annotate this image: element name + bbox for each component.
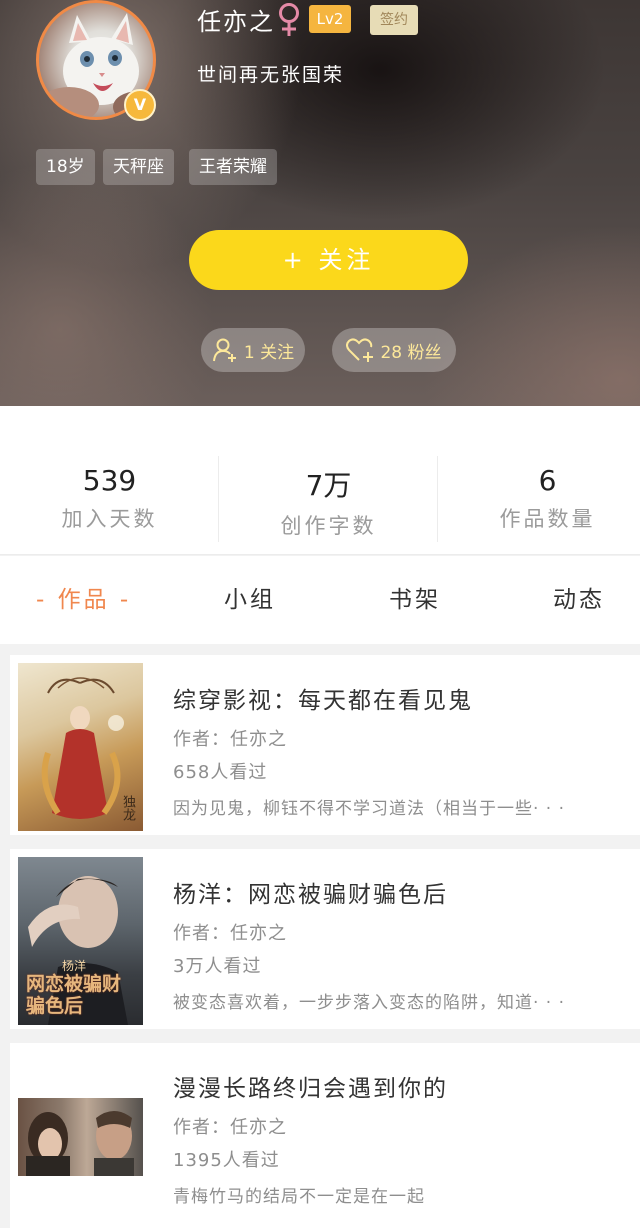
stat-label: 创作字数 (280, 514, 377, 538)
user-bio: 世间再无张国荣 (197, 64, 345, 86)
book-cover[interactable]: 独龙 (18, 663, 143, 831)
stat-join-days: 539 加入天数 (3, 464, 216, 533)
book-summary: 青梅竹马的结局不一定是在一起 (173, 1187, 425, 1207)
stat-label: 作品数量 (499, 507, 596, 531)
tab-bookshelf[interactable]: 书架 (389, 556, 441, 644)
book-author: 作者：任亦之 (173, 923, 287, 944)
book-card[interactable]: 杨洋 网恋被骗财骗色后 杨洋：网恋被骗财骗色后 作者：任亦之 3万人看过 被变态… (10, 849, 640, 1029)
tag-game: 王者荣耀 (189, 149, 277, 185)
stat-label: 加入天数 (61, 507, 158, 531)
book-card[interactable]: 独龙 综穿影视：每天都在看见鬼 作者：任亦之 658人看过 因为见鬼，柳钰不得不… (10, 655, 640, 835)
verified-badge: V (124, 89, 156, 121)
cover-subtitle: 杨洋 (62, 959, 87, 973)
stat-value: 7万 (305, 469, 352, 502)
stat-word-count: 7万 创作字数 (222, 464, 435, 540)
fans-button[interactable]: 28 粉丝 (332, 328, 456, 372)
book-summary: 被变态喜欢着，一步步落入变态的陷阱，知道· · · (173, 993, 566, 1013)
book-summary: 因为见鬼，柳钰不得不学习道法（相当于一些· · · (173, 799, 566, 819)
tab-bar: - 作品 - 小组 书架 动态 (0, 556, 640, 644)
fans-label: 28 粉丝 (380, 342, 442, 363)
add-user-icon (212, 338, 236, 362)
book-title[interactable]: 杨洋：网恋被骗财骗色后 (173, 875, 448, 909)
cover-title: 网恋被骗财骗色后 (26, 973, 122, 1017)
book-title[interactable]: 漫漫长路终归会遇到你的 (173, 1069, 448, 1103)
tag-zodiac: 天秤座 (103, 149, 174, 185)
divider (437, 456, 438, 542)
stat-works-count: 6 作品数量 (441, 464, 640, 533)
stat-value: 539 (82, 464, 137, 497)
stats-bar: 539 加入天数 7万 创作字数 6 作品数量 (0, 406, 640, 555)
book-views: 1395人看过 (173, 1150, 280, 1171)
level-badge: Lv2 (309, 5, 351, 33)
tab-works[interactable]: - 作品 - (36, 556, 131, 644)
tab-groups[interactable]: 小组 (224, 556, 276, 644)
following-button[interactable]: 1 关注 (201, 328, 305, 372)
book-title[interactable]: 综穿影视：每天都在看见鬼 (173, 681, 473, 715)
stat-value: 6 (538, 464, 557, 497)
following-label: 1 关注 (243, 342, 295, 363)
heart-plus-icon (346, 338, 374, 362)
book-author: 作者：任亦之 (173, 729, 287, 750)
follow-button[interactable]: + 关注 (189, 230, 468, 290)
profile-header: V 任亦之 Lv2 签约 世间再无张国荣 18岁 天秤座 王者荣耀 + 关注 1… (0, 0, 640, 406)
tab-activity[interactable]: 动态 (553, 556, 605, 644)
tag-age: 18岁 (36, 149, 95, 185)
divider (218, 456, 219, 542)
book-author: 作者：任亦之 (173, 1117, 287, 1138)
book-cover[interactable] (18, 1098, 143, 1176)
book-views: 658人看过 (173, 762, 268, 783)
signed-badge: 签约 (370, 5, 418, 35)
book-views: 3万人看过 (173, 956, 262, 977)
female-gender-icon (279, 3, 299, 36)
book-cover[interactable]: 杨洋 网恋被骗财骗色后 (18, 857, 143, 1025)
username: 任亦之 (197, 8, 275, 36)
cover-title: 独龙 (120, 795, 135, 821)
book-card[interactable]: 漫漫长路终归会遇到你的 作者：任亦之 1395人看过 青梅竹马的结局不一定是在一… (10, 1043, 640, 1228)
